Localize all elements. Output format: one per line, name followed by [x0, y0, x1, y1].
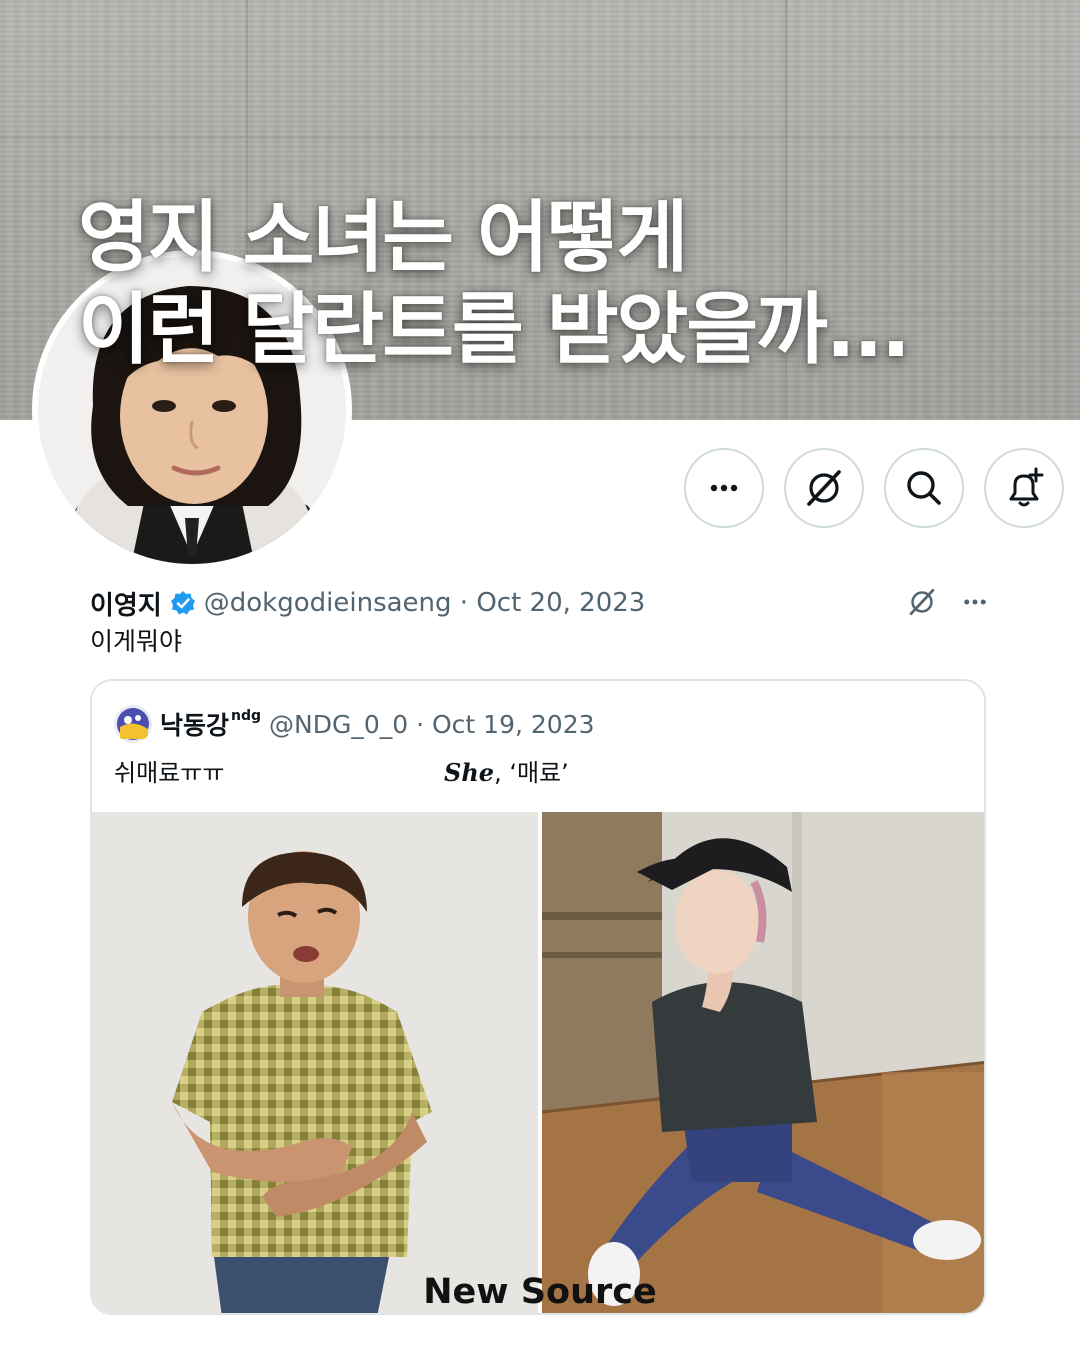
quoted-photo-right[interactable] [542, 812, 984, 1313]
more-options-button[interactable] [684, 448, 764, 528]
quoted-caption: She, ‘매료’ [444, 753, 569, 788]
headline-line-1: 영지 소녀는 어떻게 [78, 193, 688, 283]
quoted-tweet-header: 낙동강 ndg @NDG_0_0 · Oct 19, 2023 [114, 705, 595, 743]
caption-bold: She [444, 758, 495, 787]
verified-badge-icon [170, 590, 196, 616]
tweet-header-actions [906, 586, 990, 618]
grok-button[interactable] [784, 448, 864, 528]
ellipsis-icon[interactable] [960, 587, 990, 617]
headline-overlay: 영지 소녀는 어떻게 이런 달란트를 받았을까... [78, 192, 1068, 376]
quoted-name-suffix: ndg [231, 708, 262, 724]
notifications-button[interactable] [984, 448, 1064, 528]
quoted-avatar[interactable] [114, 705, 152, 743]
photo-dancer-cap [542, 812, 984, 1313]
quoted-photo-left[interactable] [92, 812, 538, 1313]
tweet-header: 이영지 @dokgodieinsaeng · Oct 20, 2023 [90, 585, 645, 621]
grok-icon [807, 470, 841, 506]
photo-boy-checked-shirt [92, 812, 538, 1313]
search-icon [907, 471, 941, 505]
tweet-display-name[interactable]: 이영지 [90, 585, 162, 622]
quoted-handle-date[interactable]: @NDG_0_0 · Oct 19, 2023 [269, 710, 594, 739]
ellipsis-icon [710, 484, 738, 492]
quoted-avatar-image [114, 705, 152, 743]
tweet-text: 이게뭐야 [90, 627, 183, 656]
bell-plus-icon [1009, 467, 1044, 507]
grok-icon[interactable] [906, 586, 938, 618]
search-button[interactable] [884, 448, 964, 528]
source-watermark: New Source [423, 1272, 657, 1312]
caption-rest: , ‘매료’ [494, 759, 569, 787]
quoted-display-name[interactable]: 낙동강 [160, 706, 229, 742]
headline-line-2: 이런 달란트를 받았을까... [78, 285, 911, 375]
quoted-tweet-text: 쉬매료ㅠㅠ [114, 759, 225, 787]
tweet-handle-date[interactable]: @dokgodieinsaeng · Oct 20, 2023 [204, 588, 646, 618]
quoted-tweet-card[interactable]: 낙동강 ndg @NDG_0_0 · Oct 19, 2023 쉬매료ㅠㅠ Sh… [90, 679, 986, 1315]
